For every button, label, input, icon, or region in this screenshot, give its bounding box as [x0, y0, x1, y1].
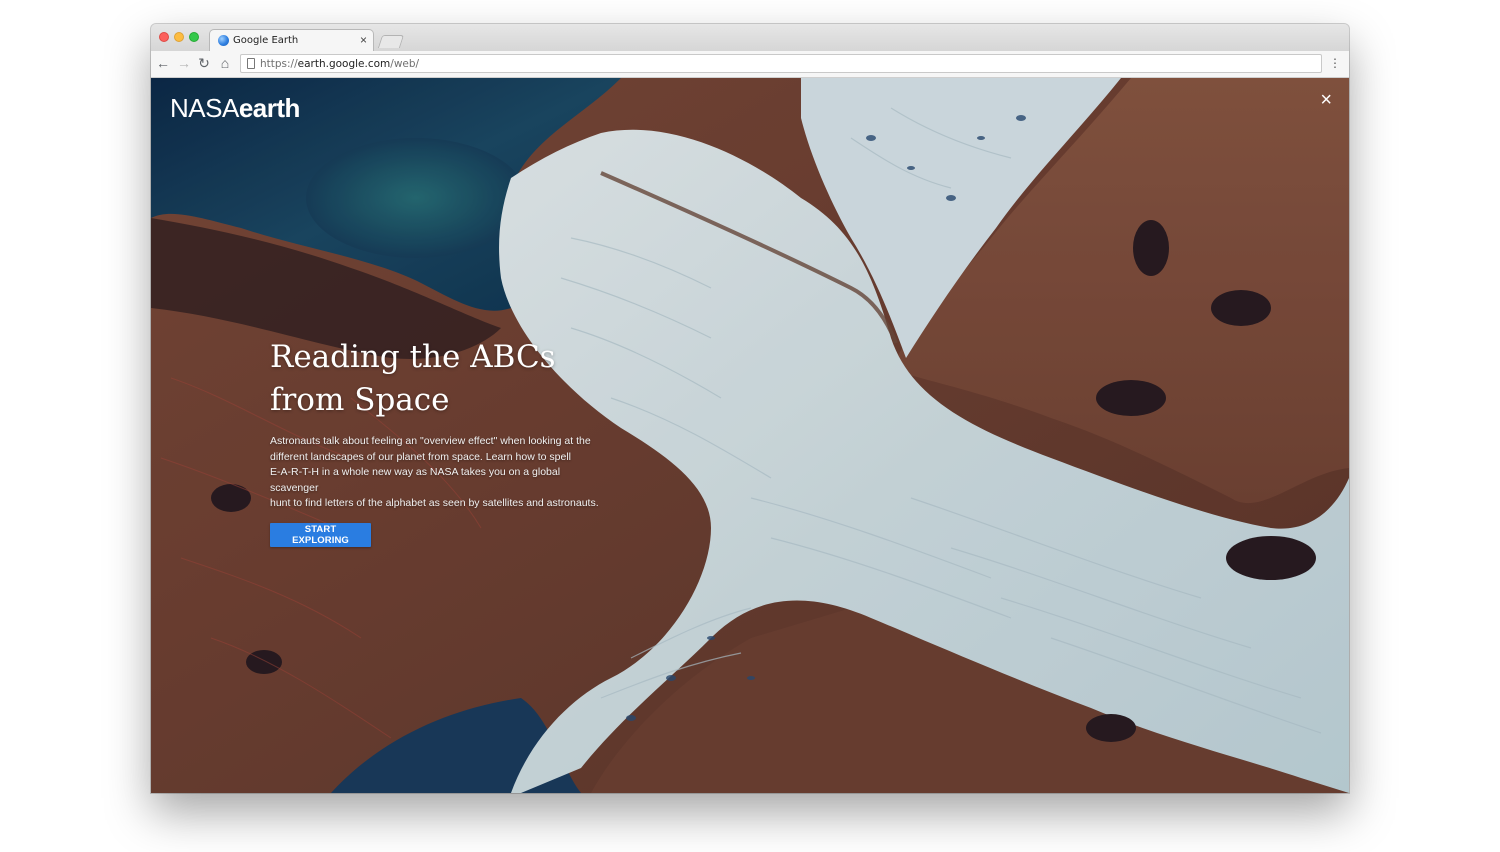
- home-icon[interactable]: ⌂: [217, 55, 233, 71]
- tab-close-icon[interactable]: ×: [360, 33, 367, 47]
- title-line-2: from Space: [270, 382, 450, 418]
- forward-arrow-icon[interactable]: →: [176, 55, 192, 71]
- new-tab-button[interactable]: [377, 35, 405, 48]
- nasa-earth-logo: NASAearth: [170, 93, 300, 123]
- tab-strip: Google Earth ×: [151, 24, 1349, 51]
- description: Astronauts talk about feeling an "overvi…: [270, 434, 610, 512]
- google-earth-icon: [218, 35, 229, 46]
- browser-menu-icon[interactable]: ⋮: [1329, 55, 1341, 71]
- reload-icon[interactable]: ↻: [196, 55, 212, 71]
- url-text: https://earth.google.com/web/: [260, 58, 420, 70]
- start-exploring-button[interactable]: START EXPLORING: [270, 523, 371, 547]
- close-window-button[interactable]: [159, 32, 169, 42]
- description-line: E-A-R-T-H in a whole new way as NASA tak…: [270, 466, 561, 494]
- maximize-window-button[interactable]: [189, 32, 199, 42]
- back-arrow-icon[interactable]: ←: [155, 55, 171, 71]
- description-line: Astronauts talk about feeling an "overvi…: [270, 435, 591, 447]
- description-line: different landscapes of our planet from …: [270, 450, 571, 463]
- close-icon[interactable]: ×: [1320, 90, 1332, 110]
- title-line-1: Reading the ABCs: [270, 339, 556, 375]
- minimize-window-button[interactable]: [174, 32, 184, 42]
- description-line: hunt to find letters of the alphabet as …: [270, 497, 599, 509]
- browser-toolbar: ← → ↻ ⌂ https://earth.google.com/web/ ⋮: [151, 51, 1349, 78]
- browser-window: Google Earth × ← → ↻ ⌂ https://earth.goo…: [151, 24, 1349, 793]
- tab-google-earth[interactable]: Google Earth ×: [209, 29, 374, 51]
- earth-viewport[interactable]: NASAearth × Reading the ABCs from Space …: [151, 78, 1349, 793]
- page-title: Reading the ABCs from Space: [270, 336, 690, 422]
- tab-title: Google Earth: [233, 35, 299, 46]
- address-bar[interactable]: https://earth.google.com/web/: [240, 54, 1322, 73]
- page-icon: [247, 58, 255, 69]
